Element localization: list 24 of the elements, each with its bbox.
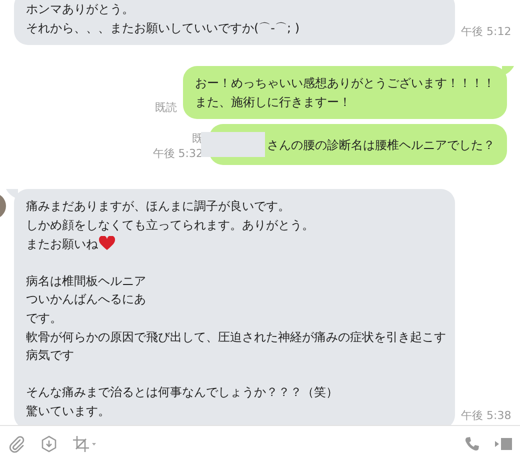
message-text: 病名は椎間板ヘルニア <box>26 272 146 290</box>
phone-icon[interactable] <box>464 436 480 452</box>
message-time: 午後 5:38 <box>461 408 512 422</box>
message-text: 軟骨が何らかの原因で飛び出して、圧迫された神経が痛みの症状を引き起こす <box>26 328 446 346</box>
message-time: 午後 5:12 <box>461 24 512 40</box>
message-text: それから、、、またお願いしていいですか(⌒-⌒; ) <box>26 20 300 37</box>
message-text: 驚いています。 <box>26 402 110 420</box>
message-text: 病気です <box>26 347 74 364</box>
message-text: また、施術しに行きますー！ <box>195 94 351 111</box>
message-text: さんの腰の診断名は腰椎ヘルニアでした？ <box>267 136 495 154</box>
message-text: ついかんばんへるにあ <box>26 291 146 308</box>
crop-icon[interactable] <box>72 434 98 452</box>
video-icon[interactable] <box>494 436 512 452</box>
message-text: です。 <box>26 310 62 327</box>
message-text: ホンマありがとう。 <box>26 1 134 18</box>
download-icon[interactable] <box>40 434 58 452</box>
paperclip-icon[interactable] <box>8 434 26 452</box>
read-receipt: 既読 <box>155 100 177 116</box>
message-text: そんな痛みまで治るとは何事なんでしょうか？？？（笑） <box>26 384 338 402</box>
message-text: 痛みまだありますが、ほんまに調子が良いです。 <box>26 198 290 216</box>
message-text: おー！めっちゃいい感想ありがとうございます！！！！ <box>195 75 495 92</box>
message-text: しかめ顔をしなくても立ってられます。ありがとう。 <box>26 216 314 234</box>
message-text: またお願いね <box>26 236 98 253</box>
heart-icon <box>99 236 115 252</box>
